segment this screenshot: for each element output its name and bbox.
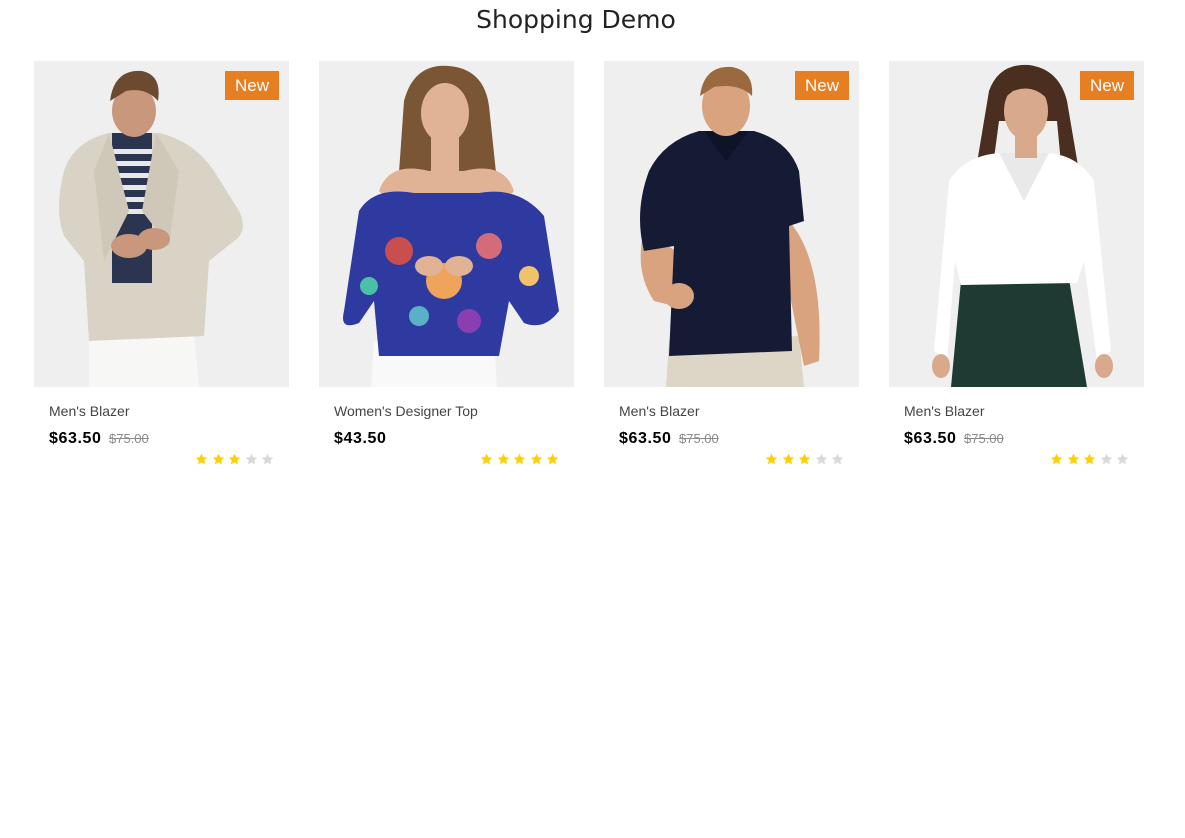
star-filled-icon bbox=[1050, 453, 1063, 466]
original-price: $75.00 bbox=[109, 431, 149, 446]
price-row: $63.50 $75.00 bbox=[904, 429, 1144, 449]
product-name[interactable]: Men's Blazer bbox=[49, 403, 289, 419]
page-title: Shopping Demo bbox=[476, 5, 676, 34]
star-filled-icon bbox=[798, 453, 811, 466]
product-image[interactable]: New bbox=[604, 61, 859, 387]
product-photo-man-in-beige-blazer bbox=[34, 61, 289, 387]
price-row: $63.50 $75.00 bbox=[49, 429, 289, 449]
product-name[interactable]: Men's Blazer bbox=[904, 403, 1144, 419]
star-filled-icon bbox=[1083, 453, 1096, 466]
star-filled-icon bbox=[195, 453, 208, 466]
star-filled-icon bbox=[530, 453, 543, 466]
price-row: $43.50 bbox=[334, 429, 574, 449]
current-price: $63.50 bbox=[619, 430, 672, 447]
product-image[interactable]: New bbox=[889, 61, 1144, 387]
product-image[interactable]: New bbox=[34, 61, 289, 387]
star-filled-icon bbox=[782, 453, 795, 466]
star-empty-icon bbox=[815, 453, 828, 466]
product-card[interactable]: Women's Designer Top $43.50 bbox=[319, 61, 574, 481]
star-rating bbox=[477, 453, 560, 467]
star-filled-icon bbox=[497, 453, 510, 466]
star-empty-icon bbox=[831, 453, 844, 466]
star-filled-icon bbox=[480, 453, 493, 466]
original-price: $75.00 bbox=[964, 431, 1004, 446]
star-rating bbox=[192, 453, 275, 467]
original-price: $75.00 bbox=[679, 431, 719, 446]
star-rating bbox=[1047, 453, 1130, 467]
star-rating bbox=[762, 453, 845, 467]
new-badge: New bbox=[224, 71, 279, 100]
product-photo-woman-in-white-shirt bbox=[889, 61, 1144, 387]
product-photo-man-in-navy-polo bbox=[604, 61, 859, 387]
star-empty-icon bbox=[1116, 453, 1129, 466]
star-empty-icon bbox=[1100, 453, 1113, 466]
star-empty-icon bbox=[261, 453, 274, 466]
new-badge: New bbox=[1079, 71, 1134, 100]
star-filled-icon bbox=[212, 453, 225, 466]
star-filled-icon bbox=[513, 453, 526, 466]
current-price: $63.50 bbox=[904, 430, 957, 447]
current-price: $63.50 bbox=[49, 430, 102, 447]
product-name[interactable]: Men's Blazer bbox=[619, 403, 859, 419]
product-card[interactable]: New Men's Blazer $63.50 $75.00 bbox=[889, 61, 1144, 481]
product-card[interactable]: New Men's Blazer $63.50 $75.00 bbox=[604, 61, 859, 481]
price-row: $63.50 $75.00 bbox=[619, 429, 859, 449]
product-photo-woman-in-patterned-blue-top bbox=[319, 61, 574, 387]
star-filled-icon bbox=[1067, 453, 1080, 466]
current-price: $43.50 bbox=[334, 430, 387, 447]
product-name[interactable]: Women's Designer Top bbox=[334, 403, 574, 419]
star-filled-icon bbox=[765, 453, 778, 466]
star-empty-icon bbox=[245, 453, 258, 466]
product-image[interactable] bbox=[319, 61, 574, 387]
new-badge: New bbox=[794, 71, 849, 100]
product-card[interactable]: New Men's Blazer $63.50 $75.00 bbox=[34, 61, 289, 481]
star-filled-icon bbox=[228, 453, 241, 466]
star-filled-icon bbox=[546, 453, 559, 466]
